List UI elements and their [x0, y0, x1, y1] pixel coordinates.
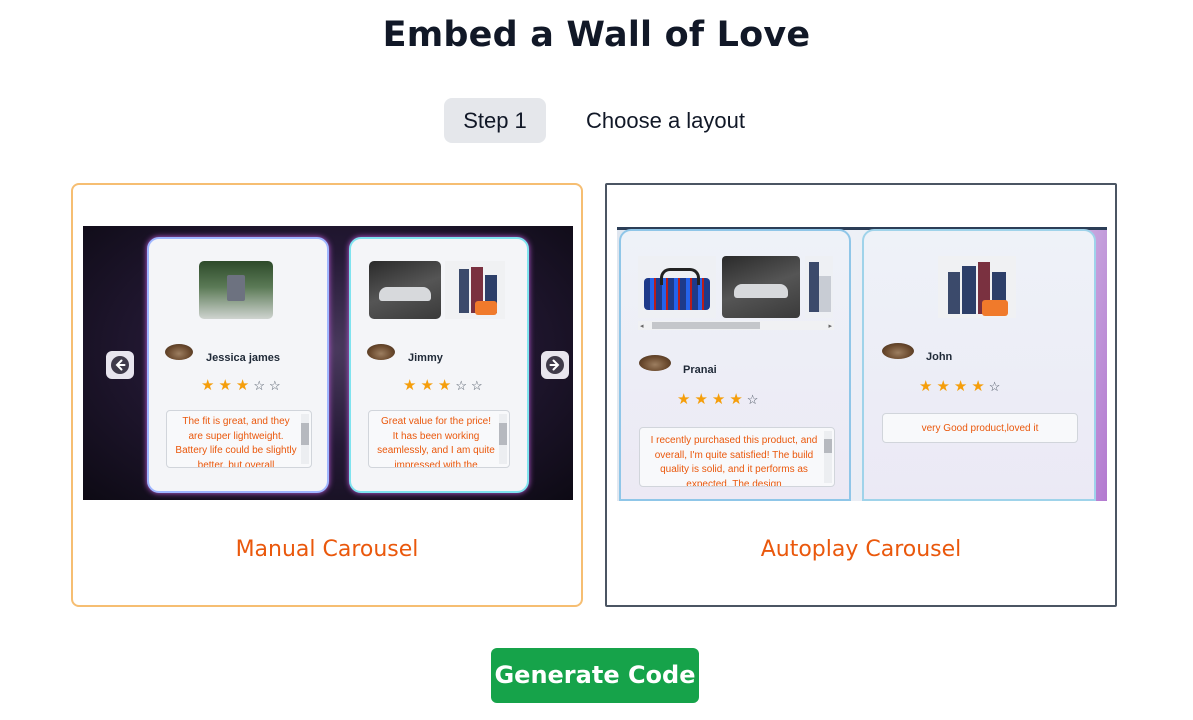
product-image [199, 261, 273, 319]
step-label: Choose a layout [586, 108, 745, 133]
generate-code-button[interactable]: Generate Code [491, 648, 699, 703]
avatar [165, 344, 193, 360]
review-text-content: I recently purchased this product, and o… [650, 435, 818, 487]
product-image [805, 256, 833, 318]
reviewer-name: John [926, 351, 953, 363]
star-rating: ★★★★☆ [919, 378, 1005, 395]
prev-arrow-icon [106, 351, 134, 379]
preview-review-card: ◂ ▸ Pranai ★★★★☆ I recently purchased th… [619, 229, 851, 501]
manual-carousel-preview-image: Jessica james ★★★☆☆ The fit is great, an… [83, 226, 573, 500]
autoplay-carousel-preview-image: ◂ ▸ Pranai ★★★★☆ I recently purchased th… [617, 227, 1107, 501]
review-text: very Good product,loved it [882, 413, 1078, 443]
step-badge: Step 1 [444, 98, 546, 143]
review-text: Great value for the price! It has been w… [368, 410, 510, 468]
star-rating: ★★★☆☆ [201, 377, 285, 394]
review-text: The fit is great, and they are super lig… [166, 410, 312, 468]
product-image [938, 256, 1016, 318]
layout-title: Autoplay Carousel [760, 537, 962, 562]
reviewer-name: Jimmy [408, 352, 443, 364]
star-rating: ★★★☆☆ [403, 377, 487, 394]
layout-title: Manual Carousel [235, 537, 419, 562]
layout-card-manual-carousel[interactable]: Jessica james ★★★☆☆ The fit is great, an… [71, 183, 583, 607]
page-title: Embed a Wall of Love [382, 15, 811, 55]
image-scrollbar[interactable]: ◂ ▸ [638, 321, 834, 330]
preview-review-card: John ★★★★☆ very Good product,loved it [862, 229, 1096, 501]
product-image [369, 261, 441, 319]
avatar [367, 344, 395, 360]
review-text-content: very Good product,loved it [921, 423, 1039, 434]
reviewer-name: Pranai [683, 364, 717, 376]
layout-card-autoplay-carousel[interactable]: ◂ ▸ Pranai ★★★★☆ I recently purchased th… [605, 183, 1117, 607]
avatar [882, 343, 914, 359]
reviewer-name: Jessica james [206, 352, 281, 364]
review-text-content: The fit is great, and they are super lig… [175, 416, 297, 468]
preview-review-card: Jimmy ★★★☆☆ Great value for the price! I… [349, 237, 529, 493]
preview-review-card: Jessica james ★★★☆☆ The fit is great, an… [147, 237, 329, 493]
product-image [722, 256, 800, 318]
star-rating: ★★★★☆ [677, 391, 763, 408]
next-arrow-icon [541, 351, 569, 379]
avatar [639, 355, 671, 371]
product-image [445, 261, 505, 319]
review-text: I recently purchased this product, and o… [639, 427, 835, 487]
review-text-content: Great value for the price! It has been w… [377, 416, 495, 468]
step-row: Step 1 Choose a layout [0, 98, 1193, 143]
product-image [638, 256, 716, 318]
